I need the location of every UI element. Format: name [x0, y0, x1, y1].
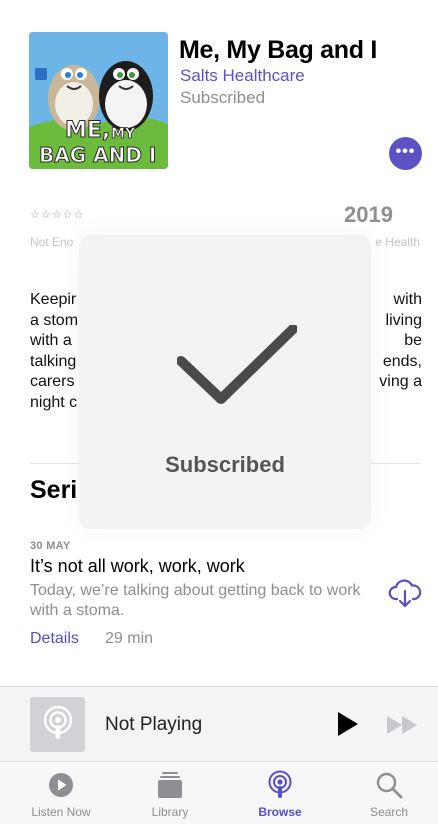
- section-title: Seri: [30, 476, 78, 504]
- cloud-download-icon[interactable]: [388, 578, 422, 608]
- subscribed-confirmation-hud: Subscribed: [79, 235, 371, 529]
- description-line-1-right: with: [393, 291, 422, 308]
- tab-label: Search: [369, 805, 409, 819]
- ratings-caption: Not Eno: [30, 235, 74, 249]
- description-line-4-right: ends,: [382, 352, 422, 370]
- search-icon: [376, 772, 403, 799]
- tab-label: Library: [151, 805, 189, 819]
- podcast-author-link[interactable]: Salts Healthcare: [180, 66, 305, 86]
- player-artwork: [30, 697, 85, 752]
- checkmark-icon: [177, 325, 297, 404]
- play-circle-icon: [49, 773, 73, 797]
- description-line-2-right: living: [385, 311, 422, 329]
- description-line-3-left: with a: [30, 332, 72, 349]
- episode-details-link[interactable]: Details: [30, 630, 79, 648]
- podcast-detail-screen: ME, MY BAG AND I Me, My Bag and I Salts …: [0, 0, 438, 824]
- episode-title[interactable]: It’s not all work, work, work: [30, 556, 245, 577]
- description-line-5-right: ving a: [379, 373, 422, 390]
- hud-label: Subscribed: [165, 452, 285, 477]
- podcast-artwork: ME, MY BAG AND I: [29, 32, 168, 169]
- episode-duration: 29 min: [105, 630, 154, 647]
- rating-stars[interactable]: ☆☆☆☆☆: [30, 208, 84, 221]
- svg-text:MY: MY: [111, 126, 136, 142]
- tab-label: Browse: [258, 805, 302, 819]
- description-line-5-left: carers: [30, 373, 75, 390]
- fast-forward-icon[interactable]: [386, 715, 420, 735]
- podcasts-icon: [43, 705, 72, 739]
- episode-summary: Today, we’re talking about getting back …: [30, 582, 361, 619]
- tab-browse[interactable]: Browse: [235, 762, 325, 824]
- episode-date: 30 MAY: [30, 540, 71, 552]
- play-icon[interactable]: [336, 711, 360, 737]
- mini-player[interactable]: Not Playing: [0, 686, 438, 761]
- release-year: 2019: [344, 202, 393, 227]
- tab-library[interactable]: Library: [125, 762, 215, 824]
- subscription-status: Subscribed: [180, 88, 266, 107]
- tab-label: Listen Now: [31, 805, 91, 819]
- ellipsis-icon: •••: [395, 142, 416, 160]
- category-caption: e Health: [375, 235, 420, 249]
- description-line-6-left: night c: [30, 393, 78, 411]
- description-line-2-left: a stom: [30, 311, 79, 329]
- podcast-title: Me, My Bag and I: [179, 36, 378, 64]
- svg-text:BAG AND I: BAG AND I: [39, 143, 156, 167]
- library-icon: [158, 772, 182, 798]
- tab-bar: Listen Now Library Browse Search: [0, 761, 438, 824]
- svg-text:ME,: ME,: [65, 118, 110, 143]
- description-line-1-left: Keepir: [30, 291, 77, 308]
- description-line-4-left: talking: [30, 352, 77, 370]
- player-status: Not Playing: [105, 714, 203, 735]
- tab-listen-now[interactable]: Listen Now: [16, 762, 106, 824]
- description-line-3-right: be: [404, 332, 422, 349]
- more-options-button[interactable]: •••: [389, 137, 422, 170]
- tab-search[interactable]: Search: [344, 762, 434, 824]
- podcasts-icon: [268, 770, 292, 798]
